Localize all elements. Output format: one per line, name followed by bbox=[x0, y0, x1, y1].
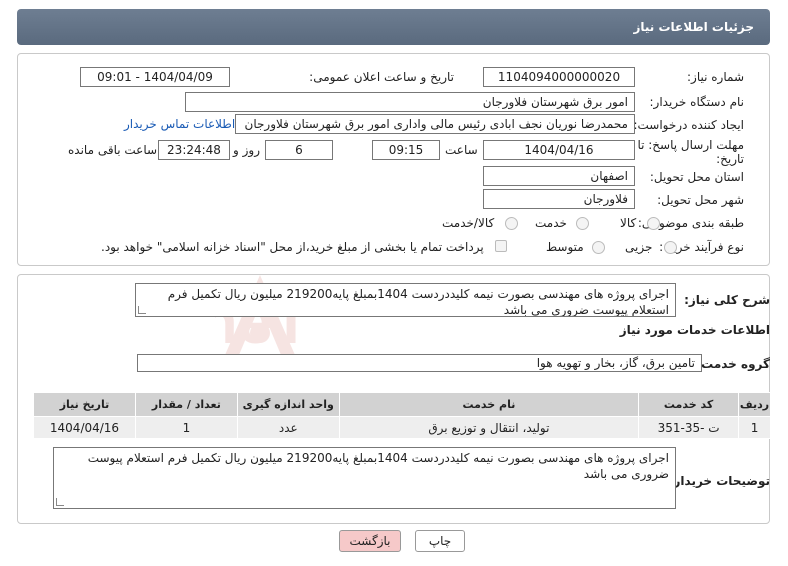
cell-unit: عدد bbox=[236, 416, 340, 439]
buyer-notes-text: اجرای پروژه های مهندسی بصورت نیمه کلیددر… bbox=[87, 451, 669, 481]
buyer-org-label: نام دستگاه خریدار: bbox=[649, 95, 745, 109]
col-service-name: نام خدمت bbox=[338, 392, 640, 417]
city-field[interactable]: فلاورجان bbox=[483, 189, 635, 209]
services-title: اطلاعات خدمات مورد نیاز bbox=[619, 323, 770, 337]
province-label: استان محل تحویل: bbox=[649, 170, 744, 184]
process-option-minor: جزیی bbox=[625, 240, 653, 254]
province-field[interactable]: اصفهان bbox=[483, 166, 635, 186]
service-group-field[interactable]: تامین برق، گاز، بخار و تهویه هوا bbox=[137, 354, 702, 372]
category-radio-service[interactable] bbox=[576, 217, 589, 230]
process-option-medium: متوسط bbox=[546, 240, 584, 254]
cell-row-number: 1 bbox=[738, 416, 771, 439]
col-row-number: ردیف bbox=[738, 392, 771, 417]
deadline-days-field[interactable]: 6 bbox=[265, 140, 333, 160]
table-header-row: ردیف کد خدمت نام خدمت واحد اندازه گیری ت… bbox=[33, 392, 771, 417]
buyer-org-field[interactable]: امور برق شهرستان فلاورجان bbox=[185, 92, 635, 112]
process-radio-medium[interactable] bbox=[592, 241, 605, 254]
page-title: جزئیات اطلاعات نیاز bbox=[633, 20, 754, 34]
resize-handle-icon[interactable] bbox=[138, 306, 146, 314]
summary-text: اجرای پروژه های مهندسی بصورت نیمه کلیددر… bbox=[167, 287, 669, 317]
category-option-goods: کالا bbox=[620, 216, 637, 230]
category-radio-goods-service[interactable] bbox=[505, 217, 518, 230]
treasury-payment-note: پرداخت تمام یا بخشی از مبلغ خرید،از محل … bbox=[101, 240, 484, 254]
category-option-service: خدمت bbox=[535, 216, 567, 230]
resize-handle-icon[interactable] bbox=[56, 498, 64, 506]
deadline-label-line1: مهلت ارسال پاسخ: تا bbox=[637, 138, 744, 152]
buyer-contact-link[interactable]: اطلاعات تماس خریدار bbox=[124, 117, 235, 131]
requester-field[interactable]: محمدرضا نوریان نجف ابادی رئیس مالی وادار… bbox=[235, 114, 635, 134]
print-button[interactable]: چاپ bbox=[415, 530, 465, 552]
page-header: جزئیات اطلاعات نیاز bbox=[17, 9, 770, 45]
table-row: 1 ت -35-351 تولید، انتقال و توزیع برق عد… bbox=[33, 416, 771, 439]
announce-date-field[interactable]: 1404/04/09 - 09:01 bbox=[80, 67, 230, 87]
deadline-days-label: روز و bbox=[233, 143, 260, 157]
deadline-time-label: ساعت bbox=[445, 143, 478, 157]
cell-service-code: ت -35-351 bbox=[638, 416, 740, 439]
city-label: شهر محل تحویل: bbox=[657, 193, 744, 207]
need-number-label: شماره نیاز: bbox=[687, 70, 744, 84]
remaining-time-field[interactable]: 23:24:48 bbox=[158, 140, 230, 160]
cell-need-date: 1404/04/16 bbox=[33, 416, 136, 439]
back-button[interactable]: بازگشت bbox=[339, 530, 401, 552]
buyer-notes-label: توضیحات خریدار: bbox=[668, 474, 770, 488]
summary-label: شرح کلی نیاز: bbox=[684, 293, 770, 307]
buyer-notes-textarea[interactable]: اجرای پروژه های مهندسی بصورت نیمه کلیددر… bbox=[53, 447, 676, 509]
col-need-date: تاریخ نیاز bbox=[33, 392, 136, 417]
cell-service-name: تولید، انتقال و توزیع برق bbox=[338, 416, 640, 439]
col-unit: واحد اندازه گیری bbox=[236, 392, 340, 417]
deadline-time-field[interactable]: 09:15 bbox=[372, 140, 440, 160]
cell-quantity: 1 bbox=[134, 416, 238, 439]
treasury-checkbox[interactable] bbox=[495, 240, 507, 252]
remaining-time-label: ساعت باقی مانده bbox=[68, 143, 158, 157]
deadline-date-field[interactable]: 1404/04/16 bbox=[483, 140, 635, 160]
requester-label: ایجاد کننده درخواست: bbox=[633, 118, 744, 132]
category-option-goods-service: کالا/خدمت bbox=[442, 216, 495, 230]
col-service-code: کد خدمت bbox=[638, 392, 740, 417]
col-quantity: تعداد / مقدار bbox=[134, 392, 238, 417]
category-radio-goods[interactable] bbox=[647, 217, 660, 230]
announce-date-label: تاریخ و ساعت اعلان عمومی: bbox=[309, 70, 454, 84]
process-radio-minor[interactable] bbox=[664, 241, 677, 254]
deadline-label-line2: تاریخ: bbox=[716, 152, 744, 166]
service-group-label: گروه خدمت: bbox=[696, 357, 770, 371]
services-table: ردیف کد خدمت نام خدمت واحد اندازه گیری ت… bbox=[33, 392, 771, 439]
need-number-field[interactable]: 1104094000000020 bbox=[483, 67, 635, 87]
summary-textarea[interactable]: اجرای پروژه های مهندسی بصورت نیمه کلیددر… bbox=[135, 283, 676, 317]
